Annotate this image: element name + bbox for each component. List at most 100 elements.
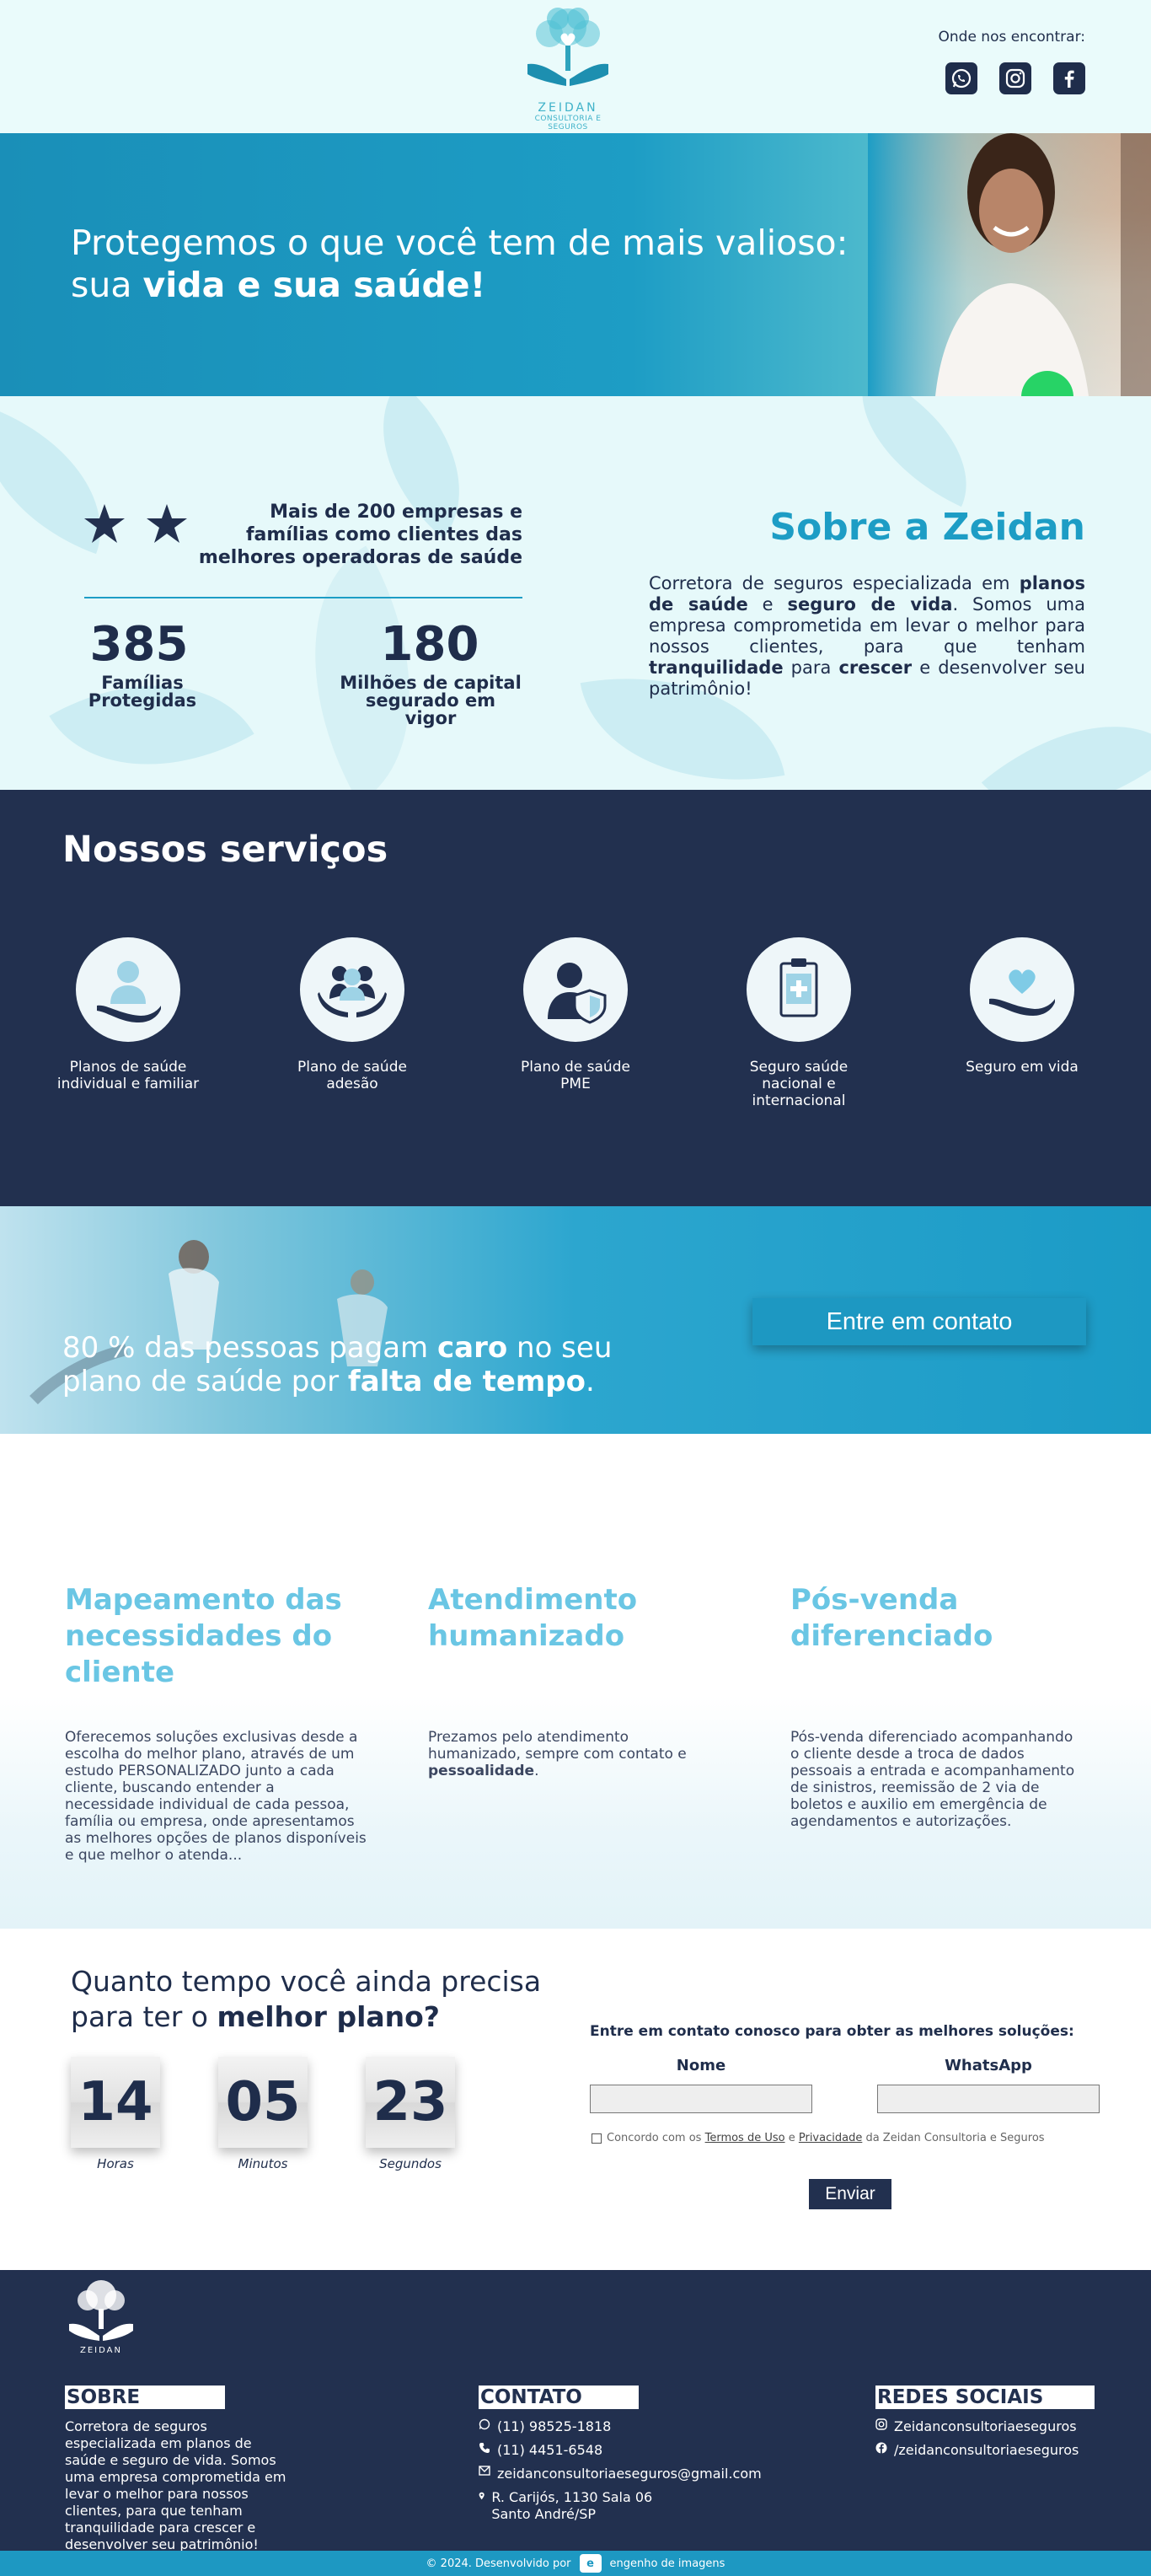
instagram-icon[interactable]	[999, 62, 1031, 94]
stat-families-value: 385	[89, 617, 189, 672]
address: R. Carijós, 1130 Sala 06 Santo André/SP	[479, 2489, 656, 2523]
countdown-title: Quanto tempo você ainda precisa para ter…	[71, 1965, 542, 2033]
feature-text-humanized: Prezamos pelo atendimento humanizado, se…	[428, 1729, 687, 1779]
site-footer: ZEIDAN SOBRE Corretora de seguros especi…	[0, 2270, 1151, 2552]
feature-title-postsale: Pós-venda diferenciado	[790, 1583, 993, 1653]
facebook-icon	[875, 2442, 887, 2454]
facebook-link[interactable]: /zeidanconsultoriaeseguros	[875, 2442, 1079, 2459]
hand-person-icon	[76, 937, 180, 1042]
header-social-links	[945, 62, 1085, 94]
countdown-minutes-label: Minutos	[238, 2156, 288, 2171]
cta-banner: 80 % das pessoas pagam caro no seu plano…	[0, 1206, 1151, 1434]
hero-line-2-prefix: sua	[71, 265, 143, 305]
envelope-icon	[479, 2466, 490, 2476]
countdown-seconds-label: Segundos	[379, 2156, 442, 2171]
hands-group-icon	[300, 937, 404, 1042]
feature-text-mapping: Oferecemos soluções exclusivas desde a e…	[65, 1729, 367, 1864]
developer-name[interactable]: engenho de imagens	[610, 2557, 725, 2570]
phone-icon	[479, 2443, 490, 2453]
phone-1[interactable]: (11) 98525-1818	[479, 2418, 611, 2435]
site-header: ZEIDAN CONSULTORIA E SEGUROS Onde nos en…	[0, 0, 1151, 133]
hero-line-1: Protegemos o que você tem de mais valios…	[71, 223, 849, 263]
clipboard-cross-icon	[747, 937, 851, 1042]
stat-families-label: Famílias Protegidas	[88, 673, 197, 711]
footer-about-title: SOBRE	[65, 2385, 225, 2409]
service-card-pme[interactable]: Plano de saúde PME	[504, 937, 647, 1092]
service-card-international[interactable]: Seguro saúde nacional e internacional	[727, 937, 870, 1109]
feature-title-mapping: Mapeamento das necessidades do cliente	[65, 1583, 342, 1689]
logo-subtitle: CONSULTORIA E SEGUROS	[534, 115, 602, 131]
tree-hands-icon: ZEIDAN	[69, 2280, 133, 2355]
name-input[interactable]	[590, 2085, 812, 2113]
instagram-link[interactable]: Zeidanconsultoriaeseguros	[875, 2418, 1077, 2435]
countdown-minutes: 05	[218, 2057, 308, 2148]
name-label: Nome	[676, 2057, 726, 2074]
whatsapp-label: WhatsApp	[945, 2057, 1032, 2074]
tree-hands-icon	[527, 8, 608, 86]
whatsapp-icon[interactable]	[945, 62, 977, 94]
contact-button[interactable]: Entre em contato	[752, 1298, 1086, 1345]
about-section: Mais de 200 empresas e famílias como cli…	[0, 396, 1151, 790]
person-shield-icon	[523, 937, 628, 1042]
services-section: Nossos serviços Planos de saúde individu…	[0, 790, 1151, 1206]
email-link[interactable]: zeidanconsultoriaeseguros@gmail.com	[479, 2466, 762, 2482]
countdown-hours-label: Horas	[97, 2156, 134, 2171]
submit-button[interactable]: Enviar	[809, 2179, 891, 2209]
whatsapp-input[interactable]	[877, 2085, 1100, 2113]
privacy-link[interactable]: Privacidade	[799, 2132, 862, 2144]
phone-2[interactable]: (11) 4451-6548	[479, 2442, 602, 2459]
service-label: Seguro em vida	[966, 1059, 1079, 1076]
countdown-hours: 14	[71, 2057, 160, 2148]
service-label: Planos de saúde individual e familiar	[56, 1059, 200, 1092]
terms-text: Concordo com os Termos de Uso e Privacid…	[607, 2132, 1045, 2144]
leaf-decoration	[831, 396, 998, 507]
service-card-adesao[interactable]: Plano de saúde adesão	[281, 937, 424, 1092]
zeidan-logo[interactable]: ZEIDAN CONSULTORIA E SEGUROS	[516, 3, 620, 131]
cta-statement: 80 % das pessoas pagam caro no seu plano…	[62, 1331, 613, 1398]
engenho-logo-icon[interactable]: e	[579, 2554, 602, 2573]
stats-divider	[84, 597, 522, 598]
companies-stat-text: Mais de 200 empresas e famílias como cli…	[198, 502, 522, 568]
hero-line-2-bold: vida e sua saúde!	[142, 265, 486, 305]
star-icon	[84, 504, 125, 543]
facebook-icon[interactable]	[1053, 62, 1085, 94]
terms-checkbox[interactable]	[592, 2133, 602, 2144]
hero-headline: Protegemos o que você tem de mais valios…	[71, 222, 848, 306]
hero-photo-woman	[868, 133, 1151, 396]
footer-contact-title: CONTATO	[479, 2385, 639, 2409]
about-title: Sobre a Zeidan	[769, 506, 1085, 549]
stat-capital-value: 180	[380, 617, 479, 672]
footer-about-text: Corretora de seguros especializada em pl…	[65, 2418, 286, 2552]
countdown-seconds: 23	[366, 2057, 455, 2148]
hero-banner: Protegemos o que você tem de mais valios…	[0, 133, 1151, 396]
service-label: Plano de saúde PME	[521, 1059, 630, 1092]
about-description: Corretora de seguros especializada em pl…	[649, 573, 1085, 699]
stat-capital-label: Milhões de capital segurado em vigor	[340, 673, 522, 728]
star-icon	[147, 504, 187, 543]
service-card-individual[interactable]: Planos de saúde individual e familiar	[56, 937, 200, 1092]
features-section: Mapeamento das necessidades do cliente O…	[0, 1434, 1151, 1929]
copyright-text: © 2024. Desenvolvido por	[426, 2557, 571, 2570]
svg-text:ZEIDAN: ZEIDAN	[80, 2346, 122, 2355]
copyright-bar: © 2024. Desenvolvido por e engenho de im…	[0, 2551, 1151, 2576]
services-title: Nossos serviços	[62, 829, 388, 871]
terms-of-use-link[interactable]: Termos de Uso	[705, 2132, 785, 2144]
feature-title-humanized: Atendimento humanizado	[428, 1583, 638, 1653]
form-title: Entre em contato conosco para obter as m…	[590, 2023, 1074, 2040]
footer-logo[interactable]: ZEIDAN	[62, 2275, 140, 2366]
service-label: Plano de saúde adesão	[297, 1059, 407, 1092]
page: ZEIDAN CONSULTORIA E SEGUROS Onde nos en…	[0, 0, 1151, 2576]
whatsapp-icon	[479, 2418, 490, 2430]
map-pin-icon	[479, 2492, 484, 2500]
countdown-section: Quanto tempo você ainda precisa para ter…	[0, 1929, 1151, 2270]
people-running-photo	[29, 1240, 388, 1404]
logo-name: ZEIDAN	[538, 101, 598, 115]
find-us-label: Onde nos encontrar:	[938, 29, 1086, 46]
footer-social-title: REDES SOCIAIS	[875, 2385, 1095, 2409]
rating-stars	[84, 504, 187, 543]
hand-heart-icon	[970, 937, 1074, 1042]
service-card-life[interactable]: Seguro em vida	[950, 937, 1094, 1076]
feature-text-postsale: Pós-venda diferenciado acompanhando o cl…	[790, 1729, 1075, 1830]
instagram-icon	[875, 2418, 887, 2430]
service-label: Seguro saúde nacional e internacional	[749, 1059, 849, 1109]
